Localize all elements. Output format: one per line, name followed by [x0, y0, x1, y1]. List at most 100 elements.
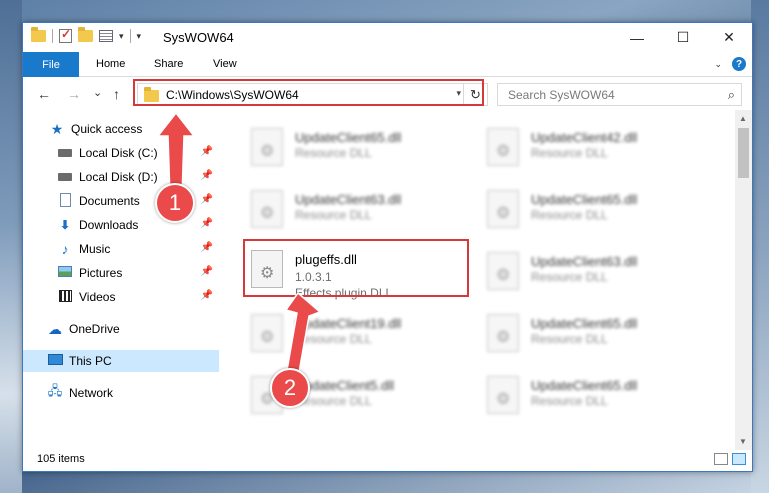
- cloud-icon: ☁: [48, 320, 62, 337]
- search-input[interactable]: Search SysWOW64 ⌕: [497, 83, 742, 106]
- up-icon[interactable]: ↑: [113, 86, 120, 102]
- sidebar-item-onedrive[interactable]: ☁ OneDrive: [23, 318, 219, 340]
- divider: [129, 29, 131, 43]
- file-type: Resource DLL: [531, 394, 608, 408]
- sidebar-item-downloads[interactable]: ⬇ Downloads 📌: [23, 214, 219, 236]
- sidebar-item-label: Local Disk (D:): [79, 170, 158, 184]
- customize-arrow-icon[interactable]: ▾: [137, 31, 142, 42]
- close-button[interactable]: ✕: [706, 23, 752, 52]
- file-item[interactable]: ⚙ UpdateClient65.dll Resource DLL: [481, 304, 711, 360]
- desktop-background-right: [751, 0, 769, 493]
- gear-icon: ⚙: [496, 329, 511, 346]
- sidebar-item-label: Local Disk (C:): [79, 146, 158, 160]
- sidebar-item-videos[interactable]: Videos 📌: [23, 286, 219, 308]
- large-icons-view-icon[interactable]: [732, 453, 746, 465]
- properties-icon[interactable]: [99, 30, 113, 42]
- gear-icon: ⚙: [260, 205, 275, 222]
- tab-file[interactable]: File: [23, 52, 79, 77]
- sidebar-item-label: This PC: [69, 354, 112, 368]
- dll-file-icon: ⚙: [487, 190, 519, 228]
- ribbon-tabs: File Home Share View ⌄ ?: [23, 52, 752, 77]
- ribbon-right-controls: ⌄ ?: [714, 57, 746, 71]
- folder-icon: [31, 27, 46, 42]
- pin-icon: 📌: [200, 290, 213, 301]
- scroll-down-icon[interactable]: ▼: [739, 437, 747, 446]
- sidebar-item-local-disk-d[interactable]: Local Disk (D:) 📌: [23, 166, 219, 188]
- dll-file-icon: ⚙: [487, 376, 519, 414]
- sidebar-item-pictures[interactable]: Pictures 📌: [23, 262, 219, 284]
- properties-check-icon[interactable]: [59, 27, 72, 43]
- sidebar-item-network[interactable]: 🖧 Network: [23, 382, 219, 404]
- search-icon[interactable]: ⌕: [728, 87, 735, 103]
- tab-home[interactable]: Home: [96, 58, 125, 70]
- maximize-button[interactable]: ☐: [660, 23, 706, 52]
- explorer-window: ▾ ▾ SysWOW64 — ☐ ✕ File Home Share View …: [22, 22, 753, 472]
- dll-file-icon: ⚙: [487, 252, 519, 290]
- dll-file-icon: ⚙: [251, 128, 283, 166]
- sidebar-item-label: Documents: [79, 194, 140, 208]
- gear-icon: ⚙: [496, 205, 511, 222]
- file-item[interactable]: ⚙ UpdateClient63.dll Resource DLL: [245, 180, 475, 236]
- file-type: Resource DLL: [295, 332, 372, 346]
- pin-icon: 📌: [200, 194, 213, 205]
- file-item[interactable]: ⚙ UpdateClient65.dll Resource DLL: [481, 366, 711, 422]
- dll-file-icon: ⚙: [487, 314, 519, 352]
- minimize-button[interactable]: —: [614, 23, 660, 52]
- divider: [52, 29, 53, 43]
- file-item[interactable]: ⚙ UpdateClient65.dll Resource DLL: [245, 118, 475, 174]
- sidebar-item-label: Videos: [79, 290, 116, 304]
- sidebar-item-label: Downloads: [79, 218, 139, 232]
- new-folder-icon[interactable]: [78, 27, 93, 42]
- dll-file-icon: ⚙: [487, 128, 519, 166]
- pin-icon: 📌: [200, 242, 213, 253]
- vertical-scrollbar[interactable]: ▲ ▼: [735, 110, 752, 450]
- pictures-icon: [58, 266, 72, 277]
- address-highlight-box: [133, 79, 484, 106]
- view-toggle: [714, 453, 746, 465]
- gear-icon: ⚙: [496, 267, 511, 284]
- help-icon[interactable]: ?: [732, 57, 746, 71]
- sidebar-item-music[interactable]: ♪ Music 📌: [23, 238, 219, 260]
- file-type: Resource DLL: [531, 146, 608, 160]
- window-controls: — ☐ ✕: [614, 23, 752, 52]
- sidebar-item-local-disk-c[interactable]: Local Disk (C:) 📌: [23, 142, 219, 164]
- sidebar-item-this-pc[interactable]: This PC: [23, 350, 219, 372]
- sidebar-item-label: OneDrive: [69, 322, 120, 336]
- file-item[interactable]: ⚙ UpdateClient65.dll Resource DLL: [481, 180, 711, 236]
- file-name: UpdateClient63.dll: [295, 192, 402, 207]
- file-name: UpdateClient65.dll: [295, 130, 402, 145]
- recent-locations-icon[interactable]: ⌄: [93, 86, 102, 99]
- expand-ribbon-icon[interactable]: ⌄: [714, 59, 722, 70]
- file-name: UpdateClient19.dll: [295, 316, 402, 331]
- quick-access-toolbar: ▾ ▾: [31, 27, 142, 43]
- file-name: UpdateClient65.dll: [531, 316, 638, 331]
- file-name: UpdateClient65.dll: [531, 192, 638, 207]
- status-bar: 105 items: [23, 449, 752, 471]
- file-name: UpdateClient65.dll: [531, 378, 638, 393]
- sidebar-item-quick-access[interactable]: ★ Quick access: [23, 118, 219, 140]
- tab-share[interactable]: Share: [154, 58, 183, 70]
- scroll-up-icon[interactable]: ▲: [739, 114, 747, 123]
- file-type: Resource DLL: [531, 208, 608, 222]
- details-view-icon[interactable]: [714, 453, 728, 465]
- file-type: Resource DLL: [295, 208, 372, 222]
- sidebar-item-label: Music: [79, 242, 111, 256]
- search-placeholder: Search SysWOW64: [508, 88, 615, 102]
- back-icon[interactable]: ←: [37, 86, 51, 102]
- file-item[interactable]: ⚙ UpdateClient19.dll Resource DLL: [245, 304, 475, 360]
- scrollbar-thumb[interactable]: [738, 128, 749, 178]
- pin-icon: 📌: [200, 218, 213, 229]
- forward-icon[interactable]: →: [67, 86, 81, 102]
- chevron-down-icon[interactable]: ▾: [119, 31, 124, 42]
- item-count: 105 items: [37, 453, 85, 465]
- gear-icon: ⚙: [496, 391, 511, 408]
- tab-view[interactable]: View: [213, 58, 237, 70]
- step-marker-1: 1: [155, 183, 195, 223]
- file-item[interactable]: ⚙ UpdateClient42.dll Resource DLL: [481, 118, 711, 174]
- music-icon: ♪: [61, 241, 69, 257]
- pin-icon: 📌: [200, 146, 213, 157]
- file-item[interactable]: ⚙ UpdateClient63.dll Resource DLL: [481, 242, 711, 298]
- sidebar-item-label: Pictures: [79, 266, 123, 280]
- navigation-pane: ★ Quick access Local Disk (C:) 📌 Local D…: [23, 110, 219, 450]
- sidebar-item-label: Network: [69, 386, 114, 400]
